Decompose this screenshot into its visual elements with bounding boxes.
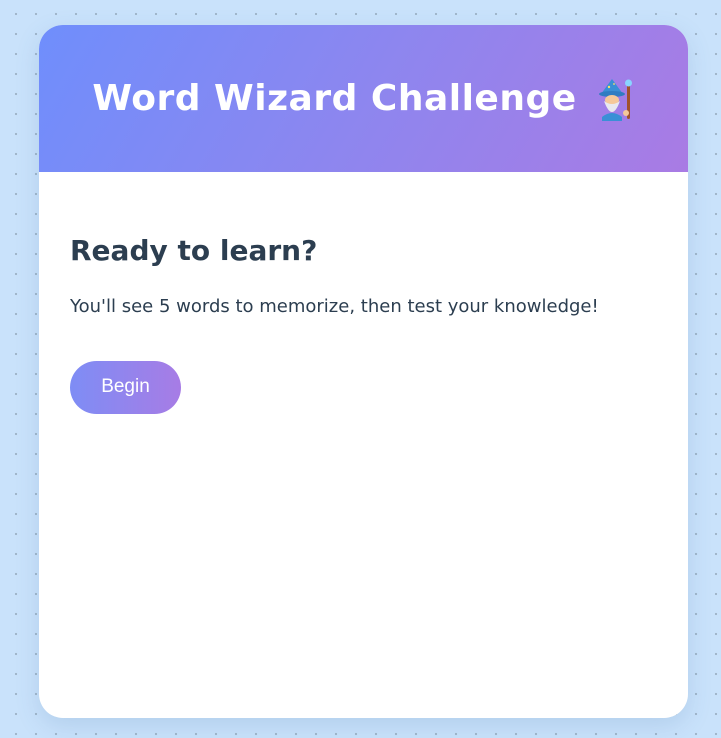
card-header: Word Wizard Challenge (39, 25, 688, 172)
intro-heading: Ready to learn? (70, 234, 318, 267)
intro-description: You'll see 5 words to memorize, then tes… (70, 295, 599, 317)
challenge-card: Word Wizard Challenge Ready to learn? Yo… (39, 25, 688, 718)
begin-button[interactable]: Begin (70, 360, 181, 414)
app-title-row: Word Wizard Challenge (92, 77, 634, 121)
card-body: Ready to learn? You'll see 5 words to me… (39, 172, 688, 414)
app-title: Word Wizard Challenge (92, 78, 577, 119)
wizard-icon (595, 77, 635, 121)
